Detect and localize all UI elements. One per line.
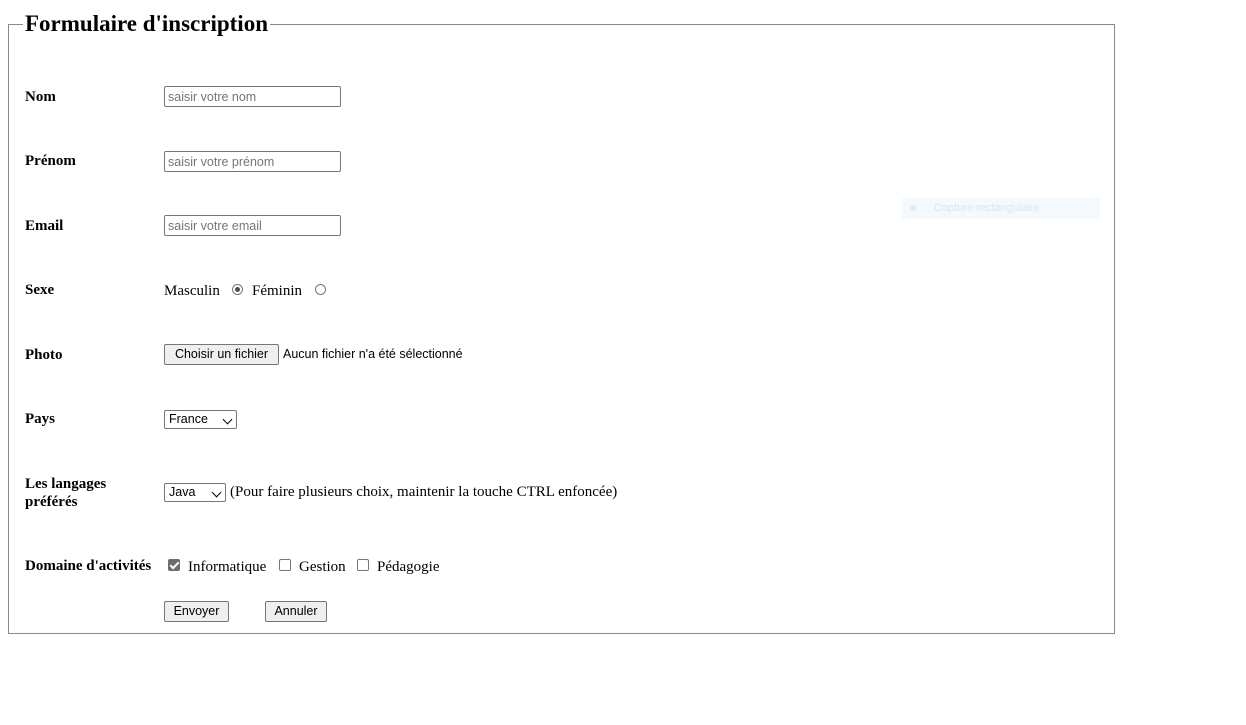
nom-input[interactable] <box>164 86 341 107</box>
langages-selected-value: Java <box>169 485 196 499</box>
sexe-option-masculin-label: Masculin <box>164 283 220 299</box>
file-status-text: Aucun fichier n'a été sélectionné <box>283 347 463 361</box>
submit-button[interactable]: Envoyer <box>164 601 229 622</box>
prenom-label: Prénom <box>25 153 76 169</box>
sexe-radio-feminin[interactable] <box>315 284 326 295</box>
domaine-option-gestion-label: Gestion <box>299 559 346 575</box>
nom-label: Nom <box>25 89 56 105</box>
langages-hint: (Pour faire plusieurs choix, maintenir l… <box>230 484 618 500</box>
registration-fieldset <box>8 24 1115 634</box>
langages-label-line2: préférés <box>25 494 78 510</box>
sexe-option-feminin-label: Féminin <box>252 283 303 299</box>
email-label: Email <box>25 218 64 234</box>
checkbox-pedagogie[interactable] <box>357 559 369 571</box>
choose-file-button[interactable]: Choisir un fichier <box>164 344 279 365</box>
checkbox-informatique[interactable] <box>168 559 180 571</box>
chevron-down-icon <box>211 487 222 498</box>
pays-label: Pays <box>25 411 55 427</box>
langages-label-line1: Les langages <box>25 476 107 492</box>
pays-selected-value: France <box>169 412 208 426</box>
domaine-label: Domaine d'activités <box>25 558 152 574</box>
prenom-input[interactable] <box>164 151 341 172</box>
capture-overlay-text: Capture rectangulaire <box>934 202 1040 214</box>
sexe-label: Sexe <box>25 282 55 298</box>
form-legend: Formulaire d'inscription <box>23 10 270 38</box>
sexe-radio-masculin[interactable] <box>232 284 243 295</box>
email-input[interactable] <box>164 215 341 236</box>
capture-icon <box>910 205 916 211</box>
domaine-option-informatique-label: Informatique <box>188 559 267 575</box>
domaine-option-pedagogie-label: Pédagogie <box>377 559 440 575</box>
photo-label: Photo <box>25 347 63 363</box>
pays-select[interactable]: France <box>164 410 237 429</box>
reset-button[interactable]: Annuler <box>265 601 327 622</box>
checkbox-gestion[interactable] <box>279 559 291 571</box>
chevron-down-icon <box>222 414 233 425</box>
capture-overlay-tooltip: Capture rectangulaire <box>902 198 1100 219</box>
langages-select[interactable]: Java <box>164 483 226 502</box>
